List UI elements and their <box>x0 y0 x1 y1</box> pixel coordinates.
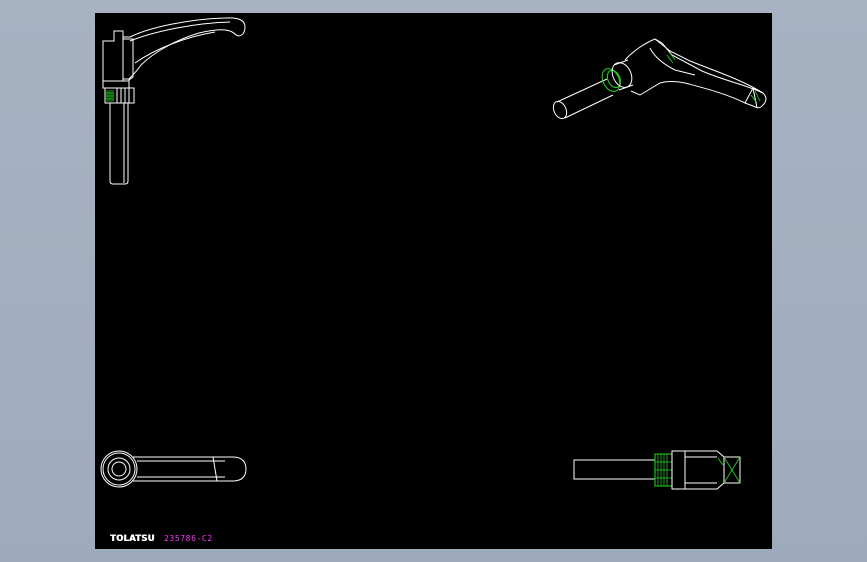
isometric-view-lever[interactable] <box>551 38 767 121</box>
top-view-lever[interactable] <box>100 450 247 488</box>
knurled-collar <box>104 87 135 104</box>
company-logo-text: TOLATSU <box>110 534 155 544</box>
side-view-knurl <box>654 453 673 487</box>
iso-lever-edge-1 <box>654 38 764 94</box>
lever-arm-lower-line <box>134 31 216 64</box>
side-view-hatch <box>717 456 741 484</box>
iso-threaded-pin <box>552 78 614 120</box>
iso-hatch <box>666 52 761 104</box>
part-code-label: 235786-C2 <box>164 534 213 543</box>
iso-knurl-ring <box>601 59 634 92</box>
threaded-pin <box>109 103 129 185</box>
cad-drawing[interactable] <box>95 13 772 549</box>
cad-viewport[interactable]: TOLATSU 235786-C2 <box>95 13 772 549</box>
side-view-pin <box>573 459 656 480</box>
iso-lever-body <box>624 38 767 109</box>
top-view-ring <box>100 450 138 488</box>
front-view-lever[interactable] <box>102 17 246 185</box>
side-view-lever[interactable] <box>573 450 741 490</box>
side-view-head-lines <box>685 456 717 484</box>
